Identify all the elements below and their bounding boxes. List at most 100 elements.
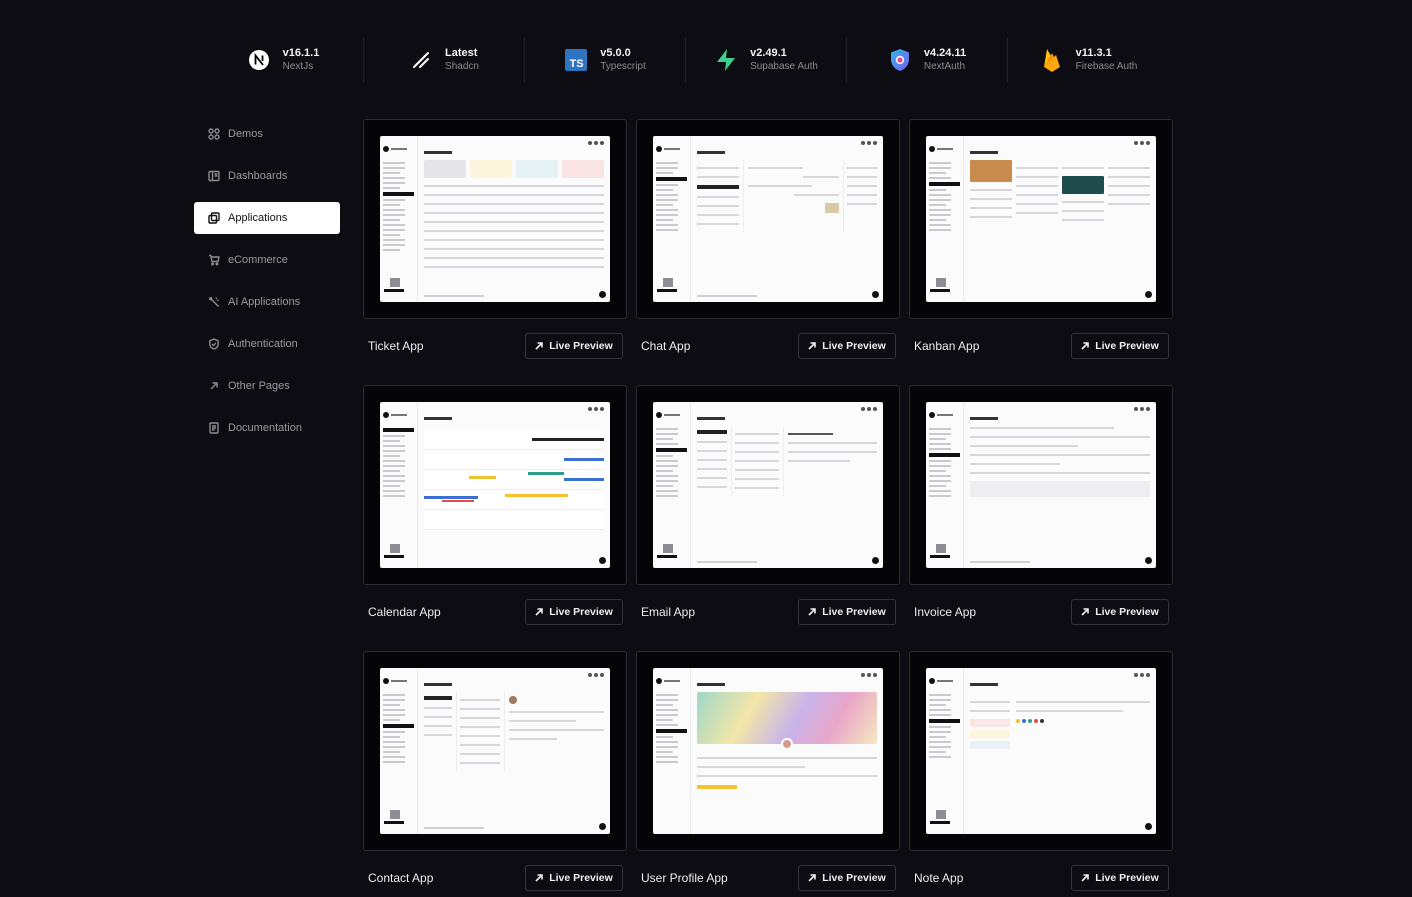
sidebar-nav: Demos Dashboards Applications eCommerce … xyxy=(194,118,340,454)
app-thumbnail-calendar[interactable] xyxy=(363,385,627,585)
app-card-calendar: Calendar App Live Preview xyxy=(363,385,627,632)
sidebar-item-applications[interactable]: Applications xyxy=(194,202,340,234)
arrow-up-right-icon xyxy=(535,342,543,350)
live-preview-label: Live Preview xyxy=(1095,872,1159,884)
ai-icon xyxy=(208,296,219,307)
tech-version: v2.49.1 xyxy=(750,46,787,59)
sidebar-item-label: eCommerce xyxy=(228,254,288,266)
grid-icon xyxy=(208,128,220,140)
live-preview-button[interactable]: Live Preview xyxy=(1071,865,1169,891)
app-card-title: Email App xyxy=(641,605,696,619)
applications-icon xyxy=(208,212,220,224)
sidebar-item-demos[interactable]: Demos xyxy=(194,118,340,150)
app-card-title: Note App xyxy=(914,871,964,885)
tech-version: Latest xyxy=(445,46,478,59)
sidebar-item-documentation[interactable]: Documentation xyxy=(194,412,340,444)
sidebar-item-ai-applications[interactable]: AI Applications xyxy=(194,286,340,318)
tech-name: NextJs xyxy=(282,60,314,72)
live-preview-button[interactable]: Live Preview xyxy=(1071,333,1169,359)
tech-version: v16.1.1 xyxy=(282,46,320,59)
arrow-up-right-icon xyxy=(808,874,816,882)
sidebar-item-label: AI Applications xyxy=(228,296,301,308)
live-preview-button[interactable]: Live Preview xyxy=(798,865,896,891)
tech-firebase: v11.3.1 Firebase Auth xyxy=(1008,38,1169,82)
tech-version: v5.0.0 xyxy=(600,46,631,59)
app-card-note: Note App Live Preview xyxy=(909,651,1173,897)
dashboard-icon xyxy=(208,170,220,182)
arrow-up-right-icon xyxy=(210,382,218,390)
tech-stack-bar: v16.1.1 NextJs Latest Shadcn TS v5.0.0 T… xyxy=(203,38,1169,82)
live-preview-button[interactable]: Live Preview xyxy=(1071,599,1169,625)
tech-name: Shadcn xyxy=(445,60,479,72)
live-preview-button[interactable]: Live Preview xyxy=(525,865,623,891)
sidebar-item-label: Dashboards xyxy=(228,170,288,182)
app-card-email: Email App Live Preview xyxy=(636,385,900,632)
app-card-title: Contact App xyxy=(368,871,434,885)
app-thumbnail-email[interactable] xyxy=(636,385,900,585)
tech-name: Supabase Auth xyxy=(750,60,818,72)
app-card-chat: Chat App Live Preview xyxy=(636,119,900,366)
live-preview-label: Live Preview xyxy=(1095,340,1159,352)
app-screenshot xyxy=(380,402,610,568)
arrow-up-right-icon xyxy=(1081,342,1089,350)
arrow-up-right-icon xyxy=(535,608,543,616)
arrow-up-right-icon xyxy=(535,874,543,882)
live-preview-label: Live Preview xyxy=(822,340,886,352)
app-screenshot xyxy=(653,136,883,302)
nextjs-logo-icon xyxy=(247,48,271,72)
app-screenshot xyxy=(653,668,883,834)
app-screenshot xyxy=(926,136,1156,302)
sidebar-item-dashboards[interactable]: Dashboards xyxy=(194,160,340,192)
tech-nextauth: v4.24.11 NextAuth xyxy=(847,38,1008,82)
live-preview-button[interactable]: Live Preview xyxy=(525,333,623,359)
svg-text:TS: TS xyxy=(570,58,584,70)
app-thumbnail-note[interactable] xyxy=(909,651,1173,851)
sidebar-item-authentication[interactable]: Authentication xyxy=(194,328,340,360)
nextauth-logo-icon xyxy=(888,48,912,72)
tech-version: v11.3.1 xyxy=(1075,46,1112,59)
tech-nextjs: v16.1.1 NextJs xyxy=(203,38,364,82)
app-screenshot xyxy=(380,136,610,302)
cart-icon xyxy=(209,254,220,266)
app-thumbnail-ticket[interactable] xyxy=(363,119,627,319)
app-screenshot xyxy=(653,402,883,568)
app-card-title: Calendar App xyxy=(368,605,441,619)
tech-shadcn: Latest Shadcn xyxy=(364,38,525,82)
app-thumbnail-contact[interactable] xyxy=(363,651,627,851)
live-preview-label: Live Preview xyxy=(822,606,886,618)
live-preview-label: Live Preview xyxy=(549,606,613,618)
app-card-title: User Profile App xyxy=(641,871,728,885)
tech-name: NextAuth xyxy=(923,60,966,72)
app-card-title: Kanban App xyxy=(914,339,980,353)
app-card-title: Invoice App xyxy=(914,605,977,619)
document-icon xyxy=(209,422,219,434)
live-preview-label: Live Preview xyxy=(822,872,886,884)
app-card-title: Ticket App xyxy=(368,339,424,353)
sidebar-item-label: Documentation xyxy=(228,422,302,434)
app-card-kanban: Kanban App Live Preview xyxy=(909,119,1173,366)
sidebar-item-label: Demos xyxy=(228,128,263,140)
live-preview-button[interactable]: Live Preview xyxy=(798,599,896,625)
sidebar-item-label: Other Pages xyxy=(228,380,290,392)
app-thumbnail-invoice[interactable] xyxy=(909,385,1173,585)
live-preview-button[interactable]: Live Preview xyxy=(525,599,623,625)
sidebar-item-label: Applications xyxy=(228,212,288,224)
tech-typescript: TS v5.0.0 Typescript xyxy=(525,38,686,82)
typescript-logo-icon: TS xyxy=(564,48,588,72)
app-thumbnail-chat[interactable] xyxy=(636,119,900,319)
app-screenshot xyxy=(926,668,1156,834)
firebase-logo-icon xyxy=(1040,48,1064,72)
sidebar-item-other-pages[interactable]: Other Pages xyxy=(194,370,340,402)
shadcn-logo-icon xyxy=(409,48,433,72)
tech-supabase: v2.49.1 Supabase Auth xyxy=(686,38,847,82)
app-thumbnail-user-profile[interactable] xyxy=(636,651,900,851)
sidebar-item-ecommerce[interactable]: eCommerce xyxy=(194,244,340,276)
app-thumbnail-kanban[interactable] xyxy=(909,119,1173,319)
arrow-up-right-icon xyxy=(808,342,816,350)
arrow-up-right-icon xyxy=(808,608,816,616)
arrow-up-right-icon xyxy=(1081,874,1089,882)
sidebar-item-label: Authentication xyxy=(228,338,298,350)
live-preview-label: Live Preview xyxy=(549,872,613,884)
live-preview-button[interactable]: Live Preview xyxy=(798,333,896,359)
live-preview-label: Live Preview xyxy=(549,340,613,352)
